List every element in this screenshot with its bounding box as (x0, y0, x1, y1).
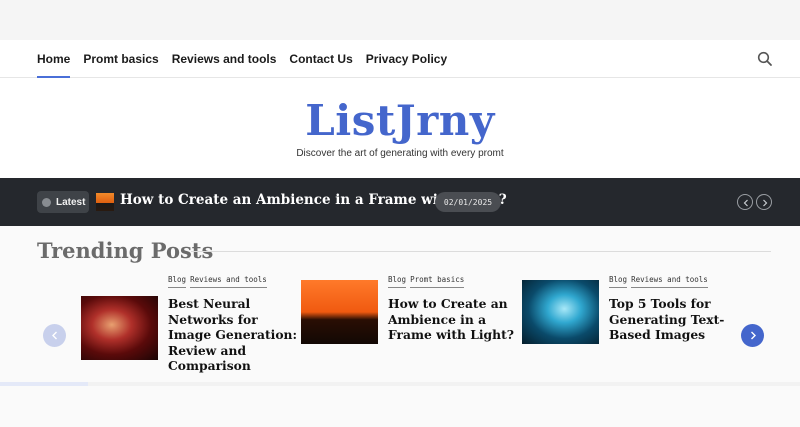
trending-section-header: Trending Posts (37, 238, 771, 266)
nav-item-home[interactable]: Home (37, 40, 71, 78)
chevron-left-icon[interactable] (737, 194, 753, 210)
divider (191, 251, 771, 252)
tag-link[interactable]: Reviews and tools (190, 275, 267, 288)
post-thumbnail[interactable] (301, 280, 378, 344)
tag-link[interactable]: Blog (388, 275, 407, 288)
nav-item-contact-us[interactable]: Contact Us (289, 40, 352, 78)
site-header: ListJrny Discover the art of generating … (0, 78, 800, 178)
post-tags: Blog Reviews and tools (168, 275, 267, 288)
site-tagline: Discover the art of generating with ever… (296, 148, 504, 159)
tag-link[interactable]: Promt basics (410, 275, 465, 288)
post-title[interactable]: How to Create an Ambience in a Frame wit… (388, 296, 518, 343)
latest-ticker: Latest How to Create an Ambience in a Fr… (0, 178, 800, 226)
latest-badge-label: Latest (56, 196, 86, 208)
carousel-progress-fill (0, 382, 88, 386)
tag-link[interactable]: Reviews and tools (631, 275, 708, 288)
dot-icon (42, 197, 51, 207)
chevron-right-icon (751, 331, 756, 340)
carousel-next-button[interactable] (741, 324, 764, 347)
post-tags: Blog Reviews and tools (609, 275, 708, 288)
ticker-thumbnail[interactable] (96, 193, 114, 211)
chevron-right-icon[interactable] (756, 194, 772, 210)
tag-link[interactable]: Blog (168, 275, 187, 288)
post-thumbnail[interactable] (522, 280, 599, 344)
nav-item-promt-basics[interactable]: Promt basics (83, 40, 158, 78)
chevron-left-icon (52, 331, 57, 340)
nav-menu: Home Promt basics Reviews and tools Cont… (37, 40, 460, 78)
carousel-progress-track (0, 382, 800, 386)
nav-item-reviews-and-tools[interactable]: Reviews and tools (172, 40, 277, 78)
top-band (0, 0, 800, 40)
main-navigation: Home Promt basics Reviews and tools Cont… (0, 40, 800, 78)
search-icon[interactable] (757, 51, 773, 67)
ticker-date-badge: 02/01/2025 (435, 192, 501, 212)
post-tags: Blog Promt basics (388, 275, 465, 288)
carousel-prev-button[interactable] (43, 324, 66, 347)
latest-badge[interactable]: Latest (37, 191, 89, 213)
section-title: Trending Posts (37, 238, 214, 263)
nav-item-privacy-policy[interactable]: Privacy Policy (366, 40, 447, 78)
site-title[interactable]: ListJrny (0, 96, 800, 145)
tag-link[interactable]: Blog (609, 275, 628, 288)
post-thumbnail[interactable] (81, 296, 158, 360)
post-title[interactable]: Best Neural Networks for Image Generatio… (168, 296, 298, 374)
post-title[interactable]: Top 5 Tools for Generating Text-Based Im… (609, 296, 739, 343)
